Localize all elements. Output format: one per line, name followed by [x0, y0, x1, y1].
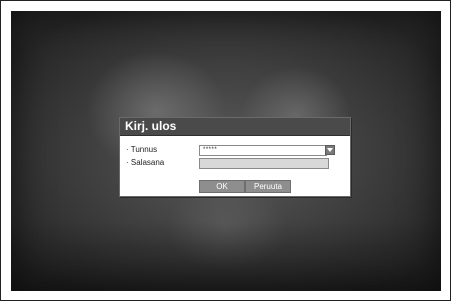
dialog-titlebar: Kirj. ulos — [120, 118, 350, 136]
camera-background: Kirj. ulos · Tunnus ***** · Salasana OK … — [11, 11, 441, 291]
user-label: · Tunnus — [126, 145, 158, 154]
user-dropdown-button[interactable] — [325, 145, 335, 155]
chevron-down-icon — [327, 148, 333, 152]
password-label: · Salasana — [126, 158, 165, 167]
logout-dialog: Kirj. ulos · Tunnus ***** · Salasana OK … — [119, 117, 351, 197]
user-row: · Tunnus ***** — [126, 144, 342, 156]
user-select[interactable]: ***** — [199, 145, 327, 156]
password-row: · Salasana — [126, 157, 342, 169]
password-input[interactable] — [199, 158, 329, 169]
ok-button[interactable]: OK — [199, 180, 245, 193]
monitor-frame: Kirj. ulos · Tunnus ***** · Salasana OK … — [0, 0, 451, 301]
cancel-button[interactable]: Peruuta — [245, 180, 291, 193]
dialog-title: Kirj. ulos — [125, 119, 177, 133]
